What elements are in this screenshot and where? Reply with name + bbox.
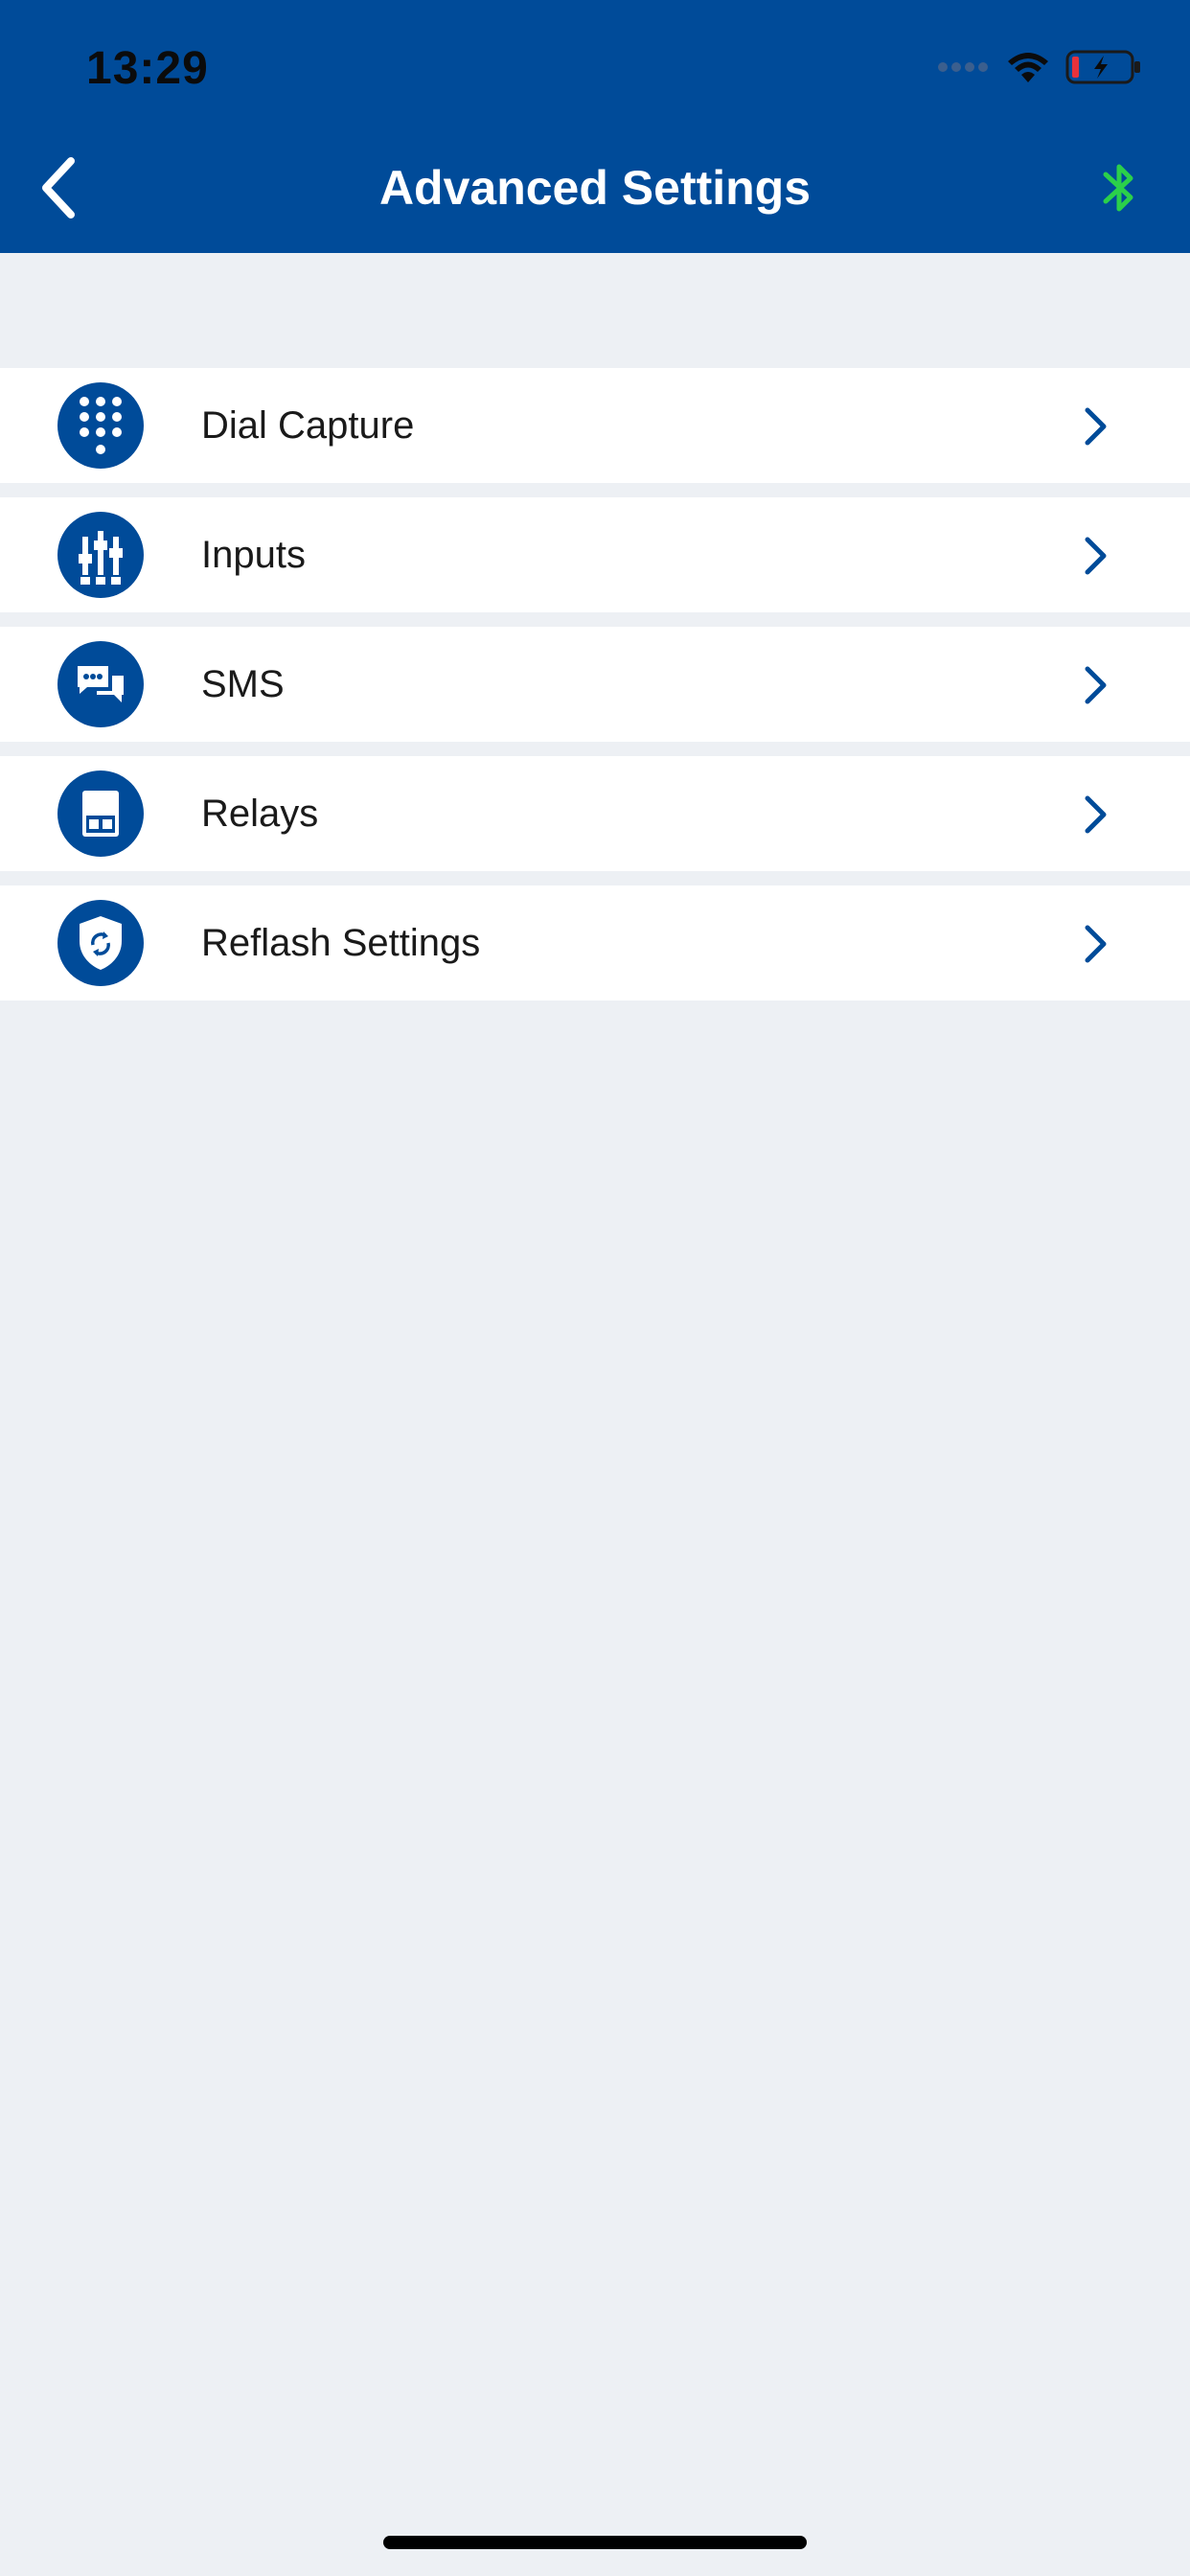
menu-item-label: Reflash Settings <box>201 922 481 964</box>
menu-item-dial-capture[interactable]: Dial Capture <box>0 368 1190 483</box>
status-icons <box>937 50 1142 84</box>
battery-charging-icon <box>1065 50 1140 84</box>
chevron-right-icon <box>1085 407 1107 446</box>
home-indicator[interactable] <box>383 2536 807 2549</box>
wifi-icon <box>1008 53 1048 82</box>
sms-icon <box>57 641 144 727</box>
chevron-right-icon <box>1085 795 1107 834</box>
menu-item-sms[interactable]: SMS <box>0 627 1190 742</box>
reflash-shield-icon <box>57 900 144 986</box>
page-title: Advanced Settings <box>378 161 812 215</box>
settings-list: Dial Capture Inputs SMS Relays Reflash S… <box>0 368 1190 1015</box>
chevron-right-icon <box>1085 925 1107 963</box>
relays-icon <box>57 770 144 857</box>
menu-item-label: Inputs <box>201 534 306 576</box>
status-time: 13:29 <box>86 43 209 94</box>
dialpad-icon <box>57 382 144 469</box>
menu-item-label: SMS <box>201 663 285 705</box>
menu-item-reflash-settings[interactable]: Reflash Settings <box>0 886 1190 1000</box>
menu-item-label: Dial Capture <box>201 404 415 447</box>
cellular-signal-icon <box>938 62 988 72</box>
menu-item-label: Relays <box>201 793 319 835</box>
menu-item-relays[interactable]: Relays <box>0 756 1190 871</box>
chevron-right-icon <box>1085 666 1107 704</box>
inputs-icon <box>57 512 144 598</box>
bluetooth-icon[interactable] <box>1100 159 1138 217</box>
menu-item-inputs[interactable]: Inputs <box>0 497 1190 612</box>
chevron-right-icon <box>1085 537 1107 575</box>
app-header: 13:29 Advanced Settings <box>0 0 1190 253</box>
